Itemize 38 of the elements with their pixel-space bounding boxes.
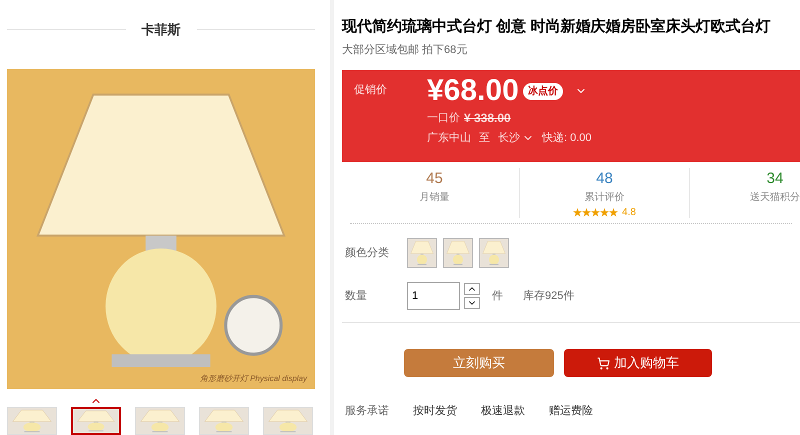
option-label: 颜色分类 — [345, 246, 390, 261]
add-to-cart-button[interactable]: 加入购物车 — [564, 349, 712, 377]
stat-value: 48 — [596, 168, 613, 188]
service-item: 赠运费险 — [549, 404, 593, 419]
shipping-fee: 快递: 0.00 — [542, 130, 592, 146]
stat-value: 34 — [766, 168, 784, 188]
quantity-unit: 件 — [492, 288, 503, 304]
destination-select[interactable]: 长沙 — [498, 130, 534, 146]
service-label: 服务承诺 — [345, 404, 389, 419]
shop-name: 卡菲斯 — [142, 21, 180, 40]
ship-from: 广东中山 — [427, 130, 471, 146]
product-subtitle: 大部分区域包邮 拍下68元 — [342, 42, 468, 58]
original-price: ¥ 338.00 — [464, 110, 511, 127]
quantity-label: 数量 — [345, 288, 368, 304]
color-swatch[interactable] — [479, 238, 509, 268]
stock-count: 库存925件 — [523, 288, 574, 304]
ship-to-label: 至 — [479, 131, 490, 146]
price-label: 促销价 — [354, 83, 387, 98]
promo-price: ¥68.00 — [427, 76, 519, 106]
increase-button[interactable] — [464, 283, 480, 295]
color-swatch[interactable] — [443, 238, 473, 268]
photo-caption: 角形磨砂开灯 Physical display — [200, 373, 307, 385]
color-swatch[interactable] — [407, 238, 437, 268]
original-price-label: 一口价 — [427, 110, 460, 126]
product-title: 现代简约琉璃中式台灯 创意 时尚新婚庆婚房卧室床头灯欧式台灯 — [342, 16, 772, 37]
stat-value: 45 — [426, 168, 443, 188]
thumbnail[interactable] — [71, 407, 121, 435]
stat-label: 送天猫积分 — [750, 191, 800, 205]
quantity-field[interactable]: 1 — [407, 282, 460, 310]
stat-label: 月销量 — [420, 191, 450, 205]
buy-now-button[interactable]: 立刻购买 — [404, 349, 554, 377]
cart-icon — [597, 356, 610, 370]
service-item: 按时发货 — [413, 404, 457, 419]
rating-score: 4.8 — [622, 206, 636, 220]
stat-label: 累计评价 — [584, 190, 624, 205]
service-item: 极速退款 — [481, 404, 525, 419]
decrease-button[interactable] — [464, 297, 480, 309]
price-badge: 冰点价 — [522, 82, 563, 100]
